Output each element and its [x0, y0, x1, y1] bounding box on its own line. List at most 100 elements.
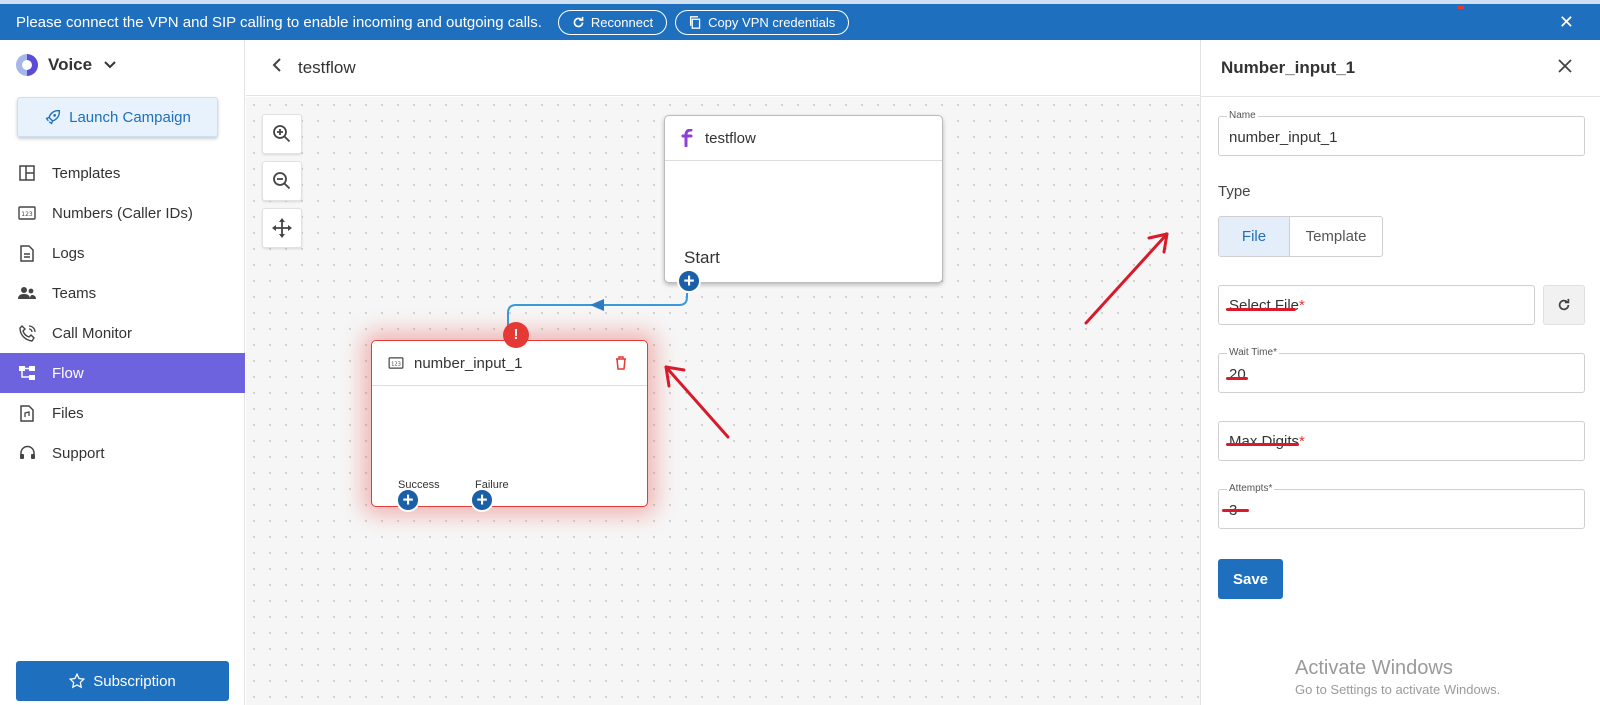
delete-node-icon[interactable] — [615, 356, 627, 375]
rocket-icon — [45, 109, 61, 124]
teams-icon — [18, 284, 36, 302]
annotation-underline-select-file — [1226, 308, 1296, 311]
sidebar: Voice Launch Campaign Templates 123 Numb… — [0, 40, 245, 705]
sidebar-item-files[interactable]: Files — [0, 393, 245, 433]
refresh-files-button[interactable] — [1543, 285, 1585, 325]
sidebar-item-label: Flow — [52, 364, 84, 382]
svg-text:123: 123 — [391, 362, 401, 368]
refresh-icon — [1558, 298, 1570, 311]
start-add-button[interactable]: + — [677, 269, 701, 293]
select-file-placeholder: Select File* — [1229, 297, 1305, 314]
sidebar-item-label: Templates — [52, 164, 121, 182]
star-icon — [69, 673, 86, 689]
select-file-field[interactable]: Select File* — [1218, 285, 1535, 325]
watermark-line1: Activate Windows — [1295, 657, 1453, 679]
annotation-underline-wait-time — [1226, 377, 1248, 380]
subscription-button[interactable]: Subscription — [16, 661, 229, 701]
svg-text:123: 123 — [21, 211, 33, 218]
panel-close-icon[interactable] — [1558, 57, 1572, 78]
start-node-header: testflow — [665, 116, 942, 161]
name-field-value: number_input_1 — [1229, 129, 1338, 146]
copy-vpn-label: Copy VPN credentials — [708, 14, 836, 30]
support-icon — [18, 444, 36, 462]
subscription-label: Subscription — [93, 672, 176, 690]
flow-header: testflow — [246, 40, 1200, 96]
zoom-in-icon — [273, 125, 291, 143]
chevron-down-icon — [104, 58, 116, 72]
max-digits-placeholder: Max Digits* — [1229, 433, 1305, 450]
sidebar-item-label: Call Monitor — [52, 324, 133, 342]
sidebar-item-label: Support — [52, 444, 105, 462]
banner-message: Please connect the VPN and SIP calling t… — [16, 13, 542, 31]
brand-label: Voice — [48, 55, 93, 74]
zoom-in-button[interactable] — [262, 114, 302, 154]
sidebar-item-label: Files — [52, 404, 84, 422]
sidebar-item-label: Numbers (Caller IDs) — [52, 204, 193, 222]
success-add-button[interactable]: + — [396, 488, 420, 512]
copy-vpn-button[interactable]: Copy VPN credentials — [675, 9, 850, 35]
annotation-underline-max-digits — [1226, 443, 1299, 446]
activate-windows-watermark: Activate Windows Go to Settings to activ… — [1295, 657, 1500, 697]
copy-icon — [690, 15, 701, 29]
wait-time-label: Wait Time* — [1227, 347, 1279, 358]
files-icon — [18, 404, 36, 422]
launch-campaign-label: Launch Campaign — [69, 108, 191, 126]
vpn-banner: Please connect the VPN and SIP calling t… — [0, 4, 1600, 40]
type-toggle: File Template — [1218, 216, 1383, 257]
back-arrow-icon[interactable] — [272, 57, 282, 78]
number-input-icon: 123 — [388, 357, 404, 369]
watermark-line2: Go to Settings to activate Windows. — [1295, 682, 1501, 697]
max-digits-field[interactable]: Max Digits* — [1218, 421, 1585, 461]
flow-canvas[interactable]: testflow Start + 123 number_input_1 Succ… — [246, 97, 1200, 705]
number-node-title: number_input_1 — [414, 354, 523, 372]
failure-add-button[interactable]: + — [470, 488, 494, 512]
save-button[interactable]: Save — [1218, 559, 1283, 599]
voice-logo-icon — [16, 54, 38, 76]
sidebar-item-label: Teams — [52, 284, 97, 302]
start-node-title: testflow — [705, 129, 756, 147]
wait-time-field[interactable]: Wait Time* 20 — [1218, 347, 1585, 393]
move-icon — [272, 218, 292, 238]
number-node-header: 123 number_input_1 — [372, 341, 647, 386]
reconnect-button[interactable]: Reconnect — [557, 9, 668, 35]
fit-view-button[interactable] — [262, 208, 302, 248]
flow-icon — [18, 364, 36, 382]
reconnect-label: Reconnect — [590, 14, 654, 30]
zoom-out-button[interactable] — [262, 161, 302, 201]
logs-icon — [18, 244, 36, 262]
sidebar-nav: Templates 123 Numbers (Caller IDs) Logs … — [0, 153, 245, 473]
page-title: testflow — [298, 57, 356, 77]
annotation-underline-attempts — [1222, 509, 1249, 512]
panel-divider — [1201, 96, 1600, 97]
start-node[interactable]: testflow Start — [664, 115, 943, 283]
sidebar-item-teams[interactable]: Teams — [0, 273, 245, 313]
flow-logo-icon — [681, 129, 693, 147]
properties-panel: Number_input_1 Name number_input_1 Type … — [1200, 40, 1600, 705]
attempts-field[interactable]: Attempts* 3 — [1218, 483, 1585, 529]
numbers-icon: 123 — [18, 204, 36, 222]
banner-close-icon[interactable]: ✕ — [1559, 12, 1574, 33]
number-input-node[interactable]: 123 number_input_1 Success Failure — [371, 340, 648, 507]
wait-time-value: 20 — [1229, 366, 1246, 383]
type-option-template[interactable]: Template — [1290, 217, 1382, 256]
type-option-file[interactable]: File — [1219, 217, 1290, 256]
node-error-icon: ! — [503, 322, 529, 348]
panel-title: Number_input_1 — [1221, 58, 1356, 77]
sidebar-item-support[interactable]: Support — [0, 433, 245, 473]
sidebar-item-flow[interactable]: Flow — [0, 353, 245, 393]
refresh-icon — [573, 16, 584, 27]
zoom-out-icon — [273, 172, 291, 190]
sidebar-item-label: Logs — [52, 244, 85, 262]
name-field-label: Name — [1227, 110, 1258, 121]
name-field[interactable]: Name number_input_1 — [1218, 110, 1585, 156]
launch-campaign-button[interactable]: Launch Campaign — [17, 97, 218, 137]
templates-icon — [18, 164, 36, 182]
sidebar-item-templates[interactable]: Templates — [0, 153, 245, 193]
start-label: Start — [684, 248, 720, 267]
sidebar-item-call-monitor[interactable]: Call Monitor — [0, 313, 245, 353]
sidebar-item-numbers[interactable]: 123 Numbers (Caller IDs) — [0, 193, 245, 233]
sidebar-item-logs[interactable]: Logs — [0, 233, 245, 273]
attempts-label: Attempts* — [1227, 483, 1275, 494]
type-label: Type — [1218, 183, 1251, 200]
product-switcher[interactable]: Voice — [16, 54, 116, 76]
